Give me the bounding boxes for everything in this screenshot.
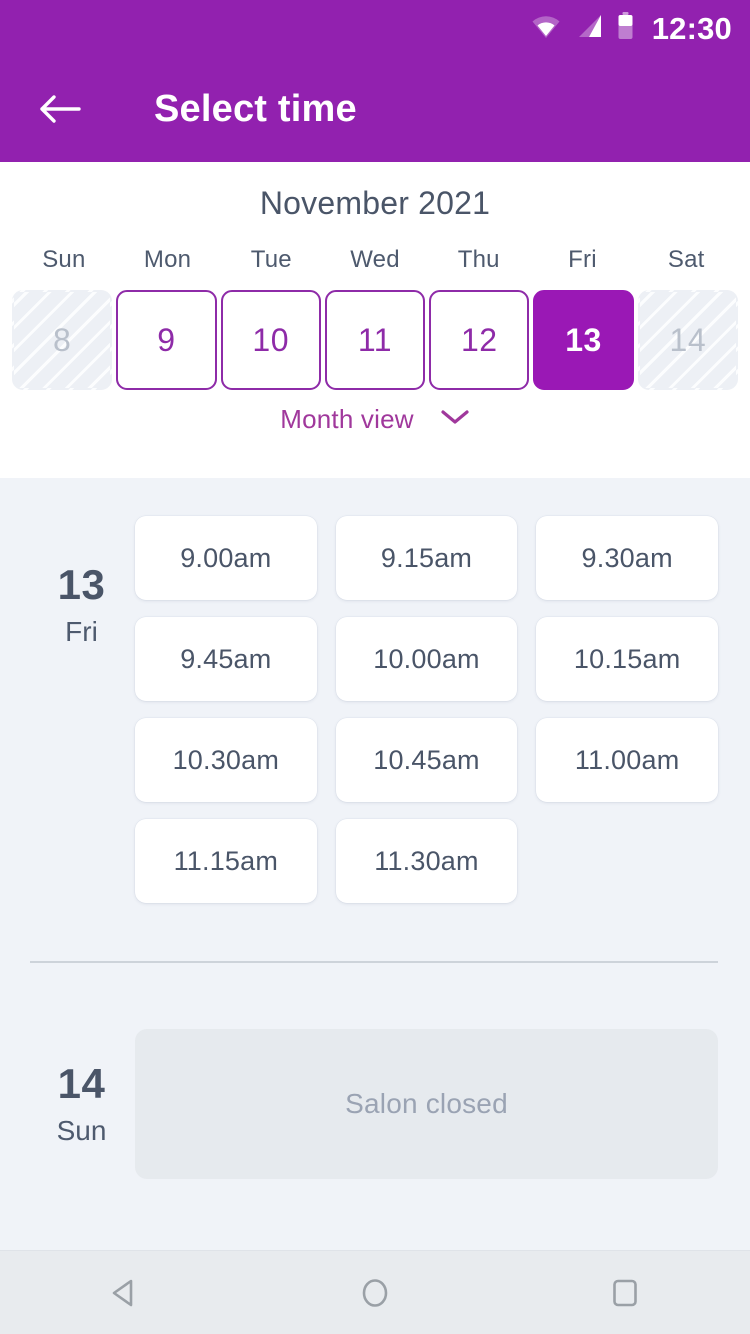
day-badge-number: 14 [57, 1060, 106, 1107]
nav-recents-button[interactable] [565, 1251, 685, 1334]
weekday-label-thu: Thu [457, 246, 500, 274]
month-view-label: Month view [280, 404, 414, 435]
status-bar-clock: 12:30 [651, 10, 732, 46]
android-nav-bar [0, 1250, 750, 1334]
day-badge-14: 14 Sun [28, 1063, 135, 1145]
time-slot[interactable]: 11.15am [135, 819, 317, 903]
time-slot[interactable]: 10.00am [335, 617, 518, 701]
calendar-days-row: 8 9 10 11 12 13 14 [0, 290, 750, 391]
chevron-down-icon [440, 408, 470, 431]
calendar-day-11[interactable]: 11 [324, 290, 426, 391]
weekday-header-row: Sun Mon Tue Wed Thu Fri Sat [0, 246, 750, 274]
day-badge-weekday: Fri [65, 616, 98, 647]
nav-back-button[interactable] [65, 1251, 185, 1334]
wifi-icon [531, 13, 561, 44]
salon-closed-card: Salon closed [135, 1029, 718, 1179]
day-section-13: 13 Fri 9.00am 9.15am 9.30am 9.45am 10.00… [0, 478, 750, 903]
weekday-label-sat: Sat [667, 246, 705, 274]
time-slot[interactable]: 9.15am [335, 516, 518, 600]
cellular-signal-icon [575, 13, 603, 44]
phone-screen: 12:30 Select time November 2021 Sun Mon … [0, 0, 750, 1334]
app-bar: 12:30 Select time [0, 0, 750, 162]
time-slot[interactable]: 11.30am [335, 819, 518, 903]
day-badge-weekday: Sun [56, 1115, 107, 1146]
time-slot[interactable]: 11.00am [536, 718, 718, 802]
schedule-content: 13 Fri 9.00am 9.15am 9.30am 9.45am 10.00… [0, 478, 750, 1250]
day-badge-number: 13 [57, 561, 106, 608]
time-slot[interactable]: 9.45am [135, 617, 317, 701]
weekday-label-fri: Fri [568, 246, 597, 274]
home-circle-icon [362, 1278, 388, 1307]
calendar-day-9[interactable]: 9 [116, 290, 217, 391]
calendar-day-10[interactable]: 10 [220, 290, 321, 391]
calendar-day-8: 8 [12, 290, 113, 391]
weekday-label-wed: Wed [350, 246, 400, 274]
calendar-panel: November 2021 Sun Mon Tue Wed Thu Fri Sa… [0, 162, 750, 478]
app-bar-row: Select time [0, 56, 750, 162]
calendar-month-title: November 2021 [259, 185, 491, 221]
status-bar: 12:30 [0, 0, 750, 56]
weekday-label-sun: Sun [42, 246, 86, 274]
time-slot[interactable]: 9.00am [135, 516, 317, 600]
weekday-label-mon: Mon [143, 246, 192, 274]
month-view-toggle[interactable]: Month view [0, 404, 750, 435]
time-slot[interactable]: 9.30am [536, 516, 718, 600]
time-slot[interactable]: 10.30am [135, 718, 317, 802]
day-section-14: 14 Sun Salon closed [0, 963, 750, 1179]
time-slot[interactable]: 10.15am [536, 617, 718, 701]
time-slot-grid: 9.00am 9.15am 9.30am 9.45am 10.00am 10.1… [135, 516, 718, 903]
back-triangle-icon [112, 1279, 133, 1306]
weekday-label-tue: Tue [250, 246, 292, 274]
nav-home-button[interactable] [315, 1251, 435, 1334]
time-slot[interactable]: 10.45am [335, 718, 518, 802]
calendar-day-13[interactable]: 13 [533, 290, 634, 391]
calendar-day-14: 14 [637, 290, 738, 391]
battery-icon [617, 11, 634, 45]
arrow-left-icon [40, 95, 81, 123]
back-button[interactable] [32, 81, 88, 137]
recents-square-icon [613, 1279, 637, 1306]
calendar-day-12[interactable]: 12 [429, 290, 530, 391]
page-title: Select time [154, 87, 357, 130]
day-badge-13: 13 Fri [28, 516, 135, 903]
